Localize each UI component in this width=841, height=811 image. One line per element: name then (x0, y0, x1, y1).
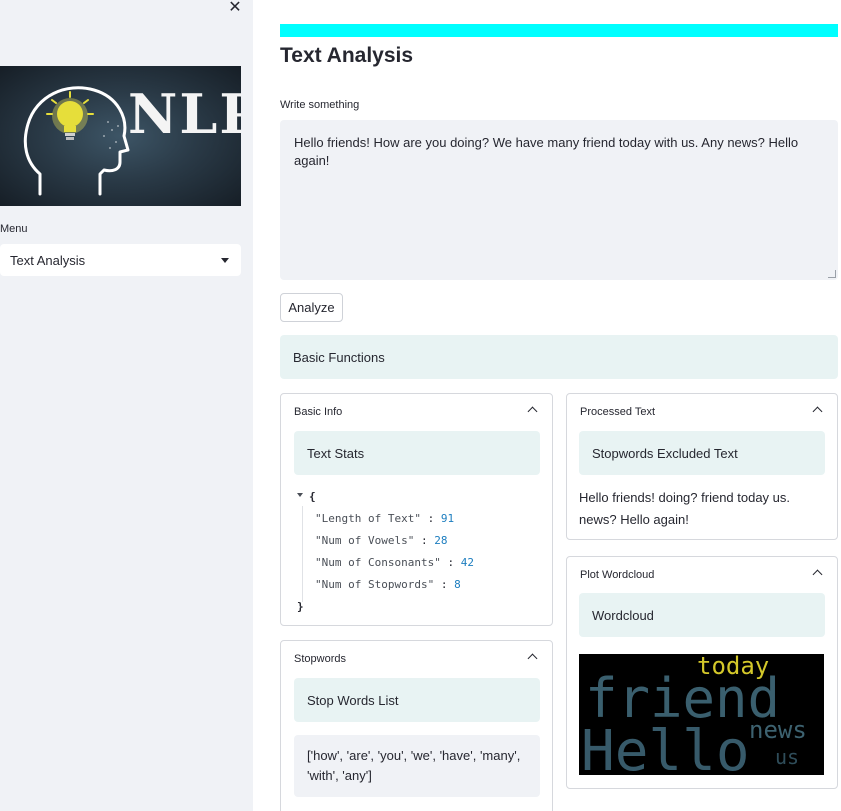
resize-handle-icon[interactable] (828, 270, 836, 278)
progress-bar (280, 24, 838, 37)
wordcloud-image: today friend news Hello us (579, 654, 824, 775)
basic-info-header[interactable]: Basic Info (294, 406, 342, 418)
json-row: "Length of Text" : 91 (315, 512, 455, 525)
processed-text-expander: Processed Text Stopwords Excluded Text H… (566, 393, 838, 540)
processed-text-value: Hello friends! doing? friend today us. n… (579, 490, 791, 527)
stop-words-list-label: Stop Words List (307, 692, 399, 708)
json-indent-guide (302, 506, 303, 602)
wordcloud-expander: Plot Wordcloud Wordcloud today friend ne… (566, 556, 838, 789)
text-input-area[interactable]: Hello friends! How are you doing? We hav… (280, 120, 838, 280)
json-row: "Num of Stopwords" : 8 (315, 578, 461, 591)
json-close-brace: } (297, 600, 304, 613)
json-key: "Length of Text" (315, 512, 421, 525)
chevron-up-icon[interactable] (527, 653, 538, 664)
json-row: "Num of Vowels" : 28 (315, 534, 448, 547)
json-value: 91 (440, 512, 455, 525)
text-input-label: Write something (280, 99, 360, 111)
json-value: 28 (434, 534, 448, 547)
text-input-value: Hello friends! How are you doing? We hav… (294, 135, 799, 168)
stopwords-header[interactable]: Stopwords (294, 653, 346, 665)
json-open-brace: { (309, 490, 316, 503)
processed-text-header[interactable]: Processed Text (580, 406, 655, 418)
stopwords-excluded-label: Stopwords Excluded Text (592, 445, 738, 461)
json-value: 8 (454, 578, 461, 591)
nlp-logo-image: NLP (0, 66, 241, 206)
sidebar: ✕ NLP Menu (0, 0, 253, 811)
stopwords-expander: Stopwords Stop Words List ['how', 'are',… (280, 640, 553, 811)
basic-info-expander: Basic Info Text Stats { "Length of Text"… (280, 393, 553, 626)
chevron-up-icon[interactable] (527, 406, 538, 417)
stop-words-list-text: ['how', 'are', 'you', 'we', 'have', 'man… (307, 748, 521, 783)
wordcloud-banner: Wordcloud (579, 593, 825, 637)
chevron-up-icon[interactable] (812, 569, 823, 580)
menu-label: Menu (0, 223, 28, 235)
json-row: "Num of Consonants" : 42 (315, 556, 474, 569)
menu-select[interactable]: Text Analysis (0, 244, 241, 276)
json-key: "Num of Consonants" (315, 556, 441, 569)
wordcloud-word: news (749, 716, 807, 744)
page-title: Text Analysis (280, 44, 414, 67)
basic-functions-label: Basic Functions (293, 349, 385, 365)
menu-selected-value: Text Analysis (10, 252, 86, 268)
wordcloud-label: Wordcloud (592, 607, 654, 623)
chevron-up-icon[interactable] (812, 406, 823, 417)
stopwords-excluded-banner: Stopwords Excluded Text (579, 431, 825, 475)
wordcloud-header[interactable]: Plot Wordcloud (580, 569, 654, 581)
json-value: 42 (460, 556, 474, 569)
text-stats-banner: Text Stats (294, 431, 540, 475)
json-key: "Num of Vowels" (315, 534, 415, 547)
text-stats-label: Text Stats (307, 445, 365, 461)
basic-functions-banner: Basic Functions (280, 335, 838, 379)
wordcloud-word: us (775, 745, 800, 769)
close-sidebar-icon[interactable]: ✕ (226, 0, 244, 18)
json-collapse-toggle-icon[interactable] (297, 493, 303, 497)
chevron-down-icon (221, 257, 229, 263)
wordcloud-word: Hello (581, 719, 750, 776)
json-key: "Num of Stopwords" (315, 578, 435, 591)
stop-words-list-banner: Stop Words List (294, 678, 540, 722)
stop-words-list-value: ['how', 'are', 'you', 'we', 'have', 'man… (294, 735, 540, 797)
analyze-button[interactable]: Analyze (280, 293, 343, 322)
logo-nlp-text: NLP (128, 82, 241, 146)
